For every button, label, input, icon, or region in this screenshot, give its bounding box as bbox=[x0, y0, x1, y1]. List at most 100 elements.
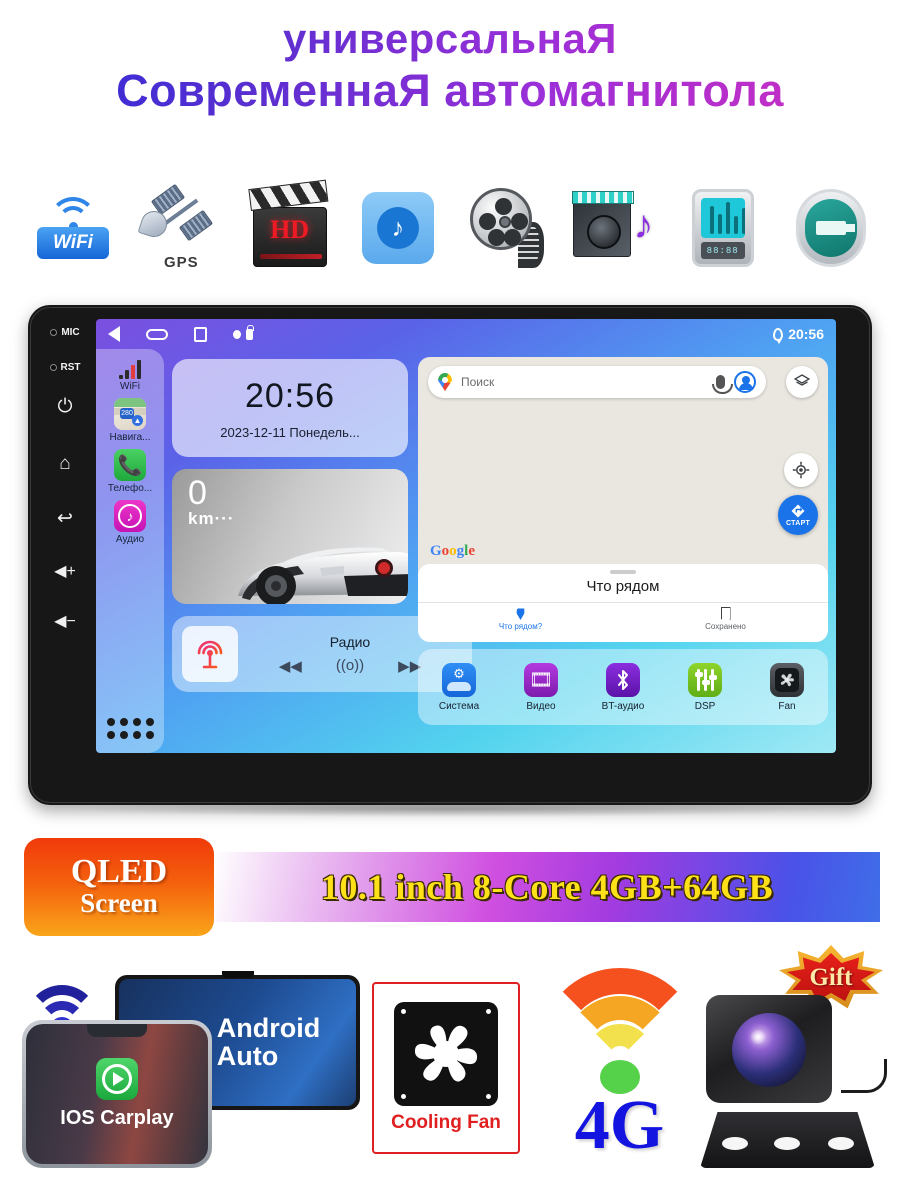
film-reel-icon bbox=[466, 188, 546, 268]
maps-tab-nearby[interactable]: Что рядом? bbox=[418, 603, 623, 631]
hd-label: HD bbox=[270, 215, 310, 244]
dock-item-dsp[interactable]: DSP bbox=[671, 662, 739, 712]
nav-home-icon[interactable] bbox=[146, 328, 168, 340]
usb-icon bbox=[795, 189, 866, 267]
carplay-phone: IOS Carplay bbox=[22, 1020, 212, 1168]
speed-value: 0 bbox=[188, 474, 207, 512]
bookmark-icon bbox=[720, 607, 731, 620]
microphone-icon[interactable] bbox=[712, 375, 733, 394]
gift-label: Gift bbox=[809, 964, 853, 991]
network-label: 4G bbox=[574, 1087, 665, 1164]
video-icon: 🎞 bbox=[524, 662, 558, 697]
android-status-bar: 20:56 bbox=[96, 319, 836, 349]
maps-tab-saved[interactable]: Сохранено bbox=[623, 603, 828, 631]
wifi-icon: WiFi bbox=[31, 197, 115, 259]
back-button-icon[interactable]: ↩ bbox=[57, 509, 73, 528]
feature-music: ♪ bbox=[349, 179, 447, 277]
maps-search-bar[interactable]: Поиск bbox=[428, 366, 766, 398]
cooling-fan-icon bbox=[394, 1002, 498, 1106]
camera-body bbox=[706, 995, 832, 1103]
locate-crosshair-icon bbox=[792, 461, 810, 479]
nav-back-icon[interactable] bbox=[108, 326, 120, 342]
start-label: СТАРТ bbox=[785, 520, 811, 527]
sheet-drag-handle[interactable] bbox=[610, 570, 636, 574]
fan-icon bbox=[770, 662, 804, 697]
navigation-arrow-icon bbox=[791, 504, 805, 518]
system-car-icon: ⚙ bbox=[442, 662, 476, 697]
sidebar-label-navigation: Навига... bbox=[109, 432, 151, 443]
radio-tune-button[interactable]: ((o)) bbox=[336, 657, 364, 674]
sidebar-label-audio: Аудио bbox=[115, 534, 145, 545]
layers-icon bbox=[794, 374, 810, 386]
dsp-sliders-icon bbox=[688, 662, 722, 697]
feature-gps: GPS bbox=[132, 179, 230, 277]
account-avatar-icon[interactable] bbox=[734, 371, 756, 393]
map-pin-icon bbox=[516, 608, 525, 620]
head-unit-screen: 20:56 WiFi 280 ▲ Навига... 📞 Телефо... ♪… bbox=[96, 319, 836, 753]
status-time: 20:56 bbox=[788, 326, 824, 342]
nav-recents-icon[interactable] bbox=[194, 326, 207, 342]
tab-label-saved: Сохранено bbox=[705, 622, 746, 631]
sidebar-label-phone: Телефо... bbox=[107, 483, 153, 494]
dock-label-bt-audio: BT-аудио bbox=[601, 700, 645, 712]
clock-widget[interactable]: 20:56 2023-12-11 Понедель... bbox=[172, 359, 408, 457]
tab-label-nearby: Что рядом? bbox=[498, 622, 543, 631]
equalizer-display: 88:88 bbox=[700, 242, 745, 259]
phone-icon: 📞 bbox=[114, 449, 146, 481]
sports-car-image bbox=[238, 547, 408, 604]
search-placeholder: Поиск bbox=[461, 375, 495, 389]
dock-item-system[interactable]: ⚙ Система bbox=[425, 662, 493, 712]
camera-bracket bbox=[700, 1112, 875, 1168]
power-button-icon[interactable]: ⏻ bbox=[57, 397, 72, 416]
qled-line-1: QLED bbox=[70, 853, 168, 891]
map-layers-button[interactable] bbox=[786, 366, 818, 398]
app-sidebar: WiFi 280 ▲ Навига... 📞 Телефо... ♪ Аудио bbox=[96, 349, 164, 753]
product-listing-page: универсальнаЯ СовременнаЯ автомагнитола … bbox=[0, 0, 900, 1200]
sidebar-item-wifi[interactable]: WiFi bbox=[101, 359, 159, 392]
sheet-title: Что рядом bbox=[586, 578, 660, 595]
google-maps-panel[interactable]: Поиск СТАРТ Google Что рядом Что рядом? … bbox=[418, 357, 828, 642]
clock-time: 20:56 bbox=[244, 376, 336, 415]
sidebar-item-navigation[interactable]: 280 ▲ Навига... bbox=[101, 398, 159, 443]
camera-lens-icon bbox=[732, 1013, 806, 1087]
dock-label-fan: Fan bbox=[778, 700, 796, 712]
lock-icon bbox=[246, 324, 254, 340]
qled-line-2: Screen bbox=[80, 888, 158, 919]
android-auto-label: Android Auto bbox=[216, 1012, 321, 1070]
home-button-icon[interactable]: ⌂ bbox=[59, 454, 70, 473]
my-location-button[interactable] bbox=[784, 453, 818, 487]
carplay-label: IOS Carplay bbox=[60, 1107, 174, 1129]
carplay-logo-icon bbox=[96, 1058, 138, 1100]
fan-blades-image bbox=[414, 1025, 478, 1082]
bezel-button-column: MIC RST ⏻ ⌂ ↩ ◀+ ◀− bbox=[36, 323, 94, 787]
car-stereo-head-unit: MIC RST ⏻ ⌂ ↩ ◀+ ◀− 20:56 WiFi 280 ▲ Нав… bbox=[28, 305, 872, 817]
product-title: универсальнаЯ СовременнаЯ автомагнитола bbox=[0, 14, 900, 117]
reset-hole[interactable]: RST bbox=[49, 362, 81, 373]
radio-prev-button[interactable]: ◀◀ bbox=[279, 657, 302, 675]
sidebar-item-phone[interactable]: 📞 Телефо... bbox=[101, 449, 159, 494]
maps-bottom-sheet[interactable]: Что рядом Что рядом? Сохранено bbox=[418, 564, 828, 642]
dock-item-bt-audio[interactable]: BT-аудио bbox=[589, 662, 657, 712]
dock-label-video: Видео bbox=[526, 700, 556, 712]
wifi-label: WiFi bbox=[37, 227, 109, 259]
sidebar-item-audio[interactable]: ♪ Аудио bbox=[101, 500, 159, 545]
android-auto-line-1: Android bbox=[216, 1012, 321, 1043]
bluetooth-icon bbox=[606, 662, 640, 697]
volume-up-button-icon[interactable]: ◀+ bbox=[54, 564, 76, 580]
equalizer-icon: 88:88 bbox=[691, 189, 754, 267]
dock-item-video[interactable]: 🎞 Видео bbox=[507, 662, 575, 712]
reset-label: RST bbox=[60, 362, 81, 373]
maps-start-button[interactable]: СТАРТ bbox=[778, 495, 818, 535]
all-apps-grid-icon[interactable] bbox=[106, 718, 154, 739]
speedometer-widget[interactable]: 0 km··· bbox=[172, 469, 408, 604]
title-line-2: СовременнаЯ автомагнитола bbox=[0, 64, 900, 117]
feature-hd: HD bbox=[241, 179, 339, 277]
volume-down-button-icon[interactable]: ◀− bbox=[54, 614, 76, 630]
bluetooth-glyph bbox=[618, 669, 628, 690]
google-maps-pin-icon bbox=[438, 373, 452, 391]
navigation-icon: 280 ▲ bbox=[114, 398, 146, 430]
network-4g-graphic: 4G bbox=[532, 968, 707, 1183]
dock-item-fan[interactable]: Fan bbox=[753, 662, 821, 712]
feature-film bbox=[457, 179, 555, 277]
hd-video-icon: HD bbox=[247, 179, 328, 267]
